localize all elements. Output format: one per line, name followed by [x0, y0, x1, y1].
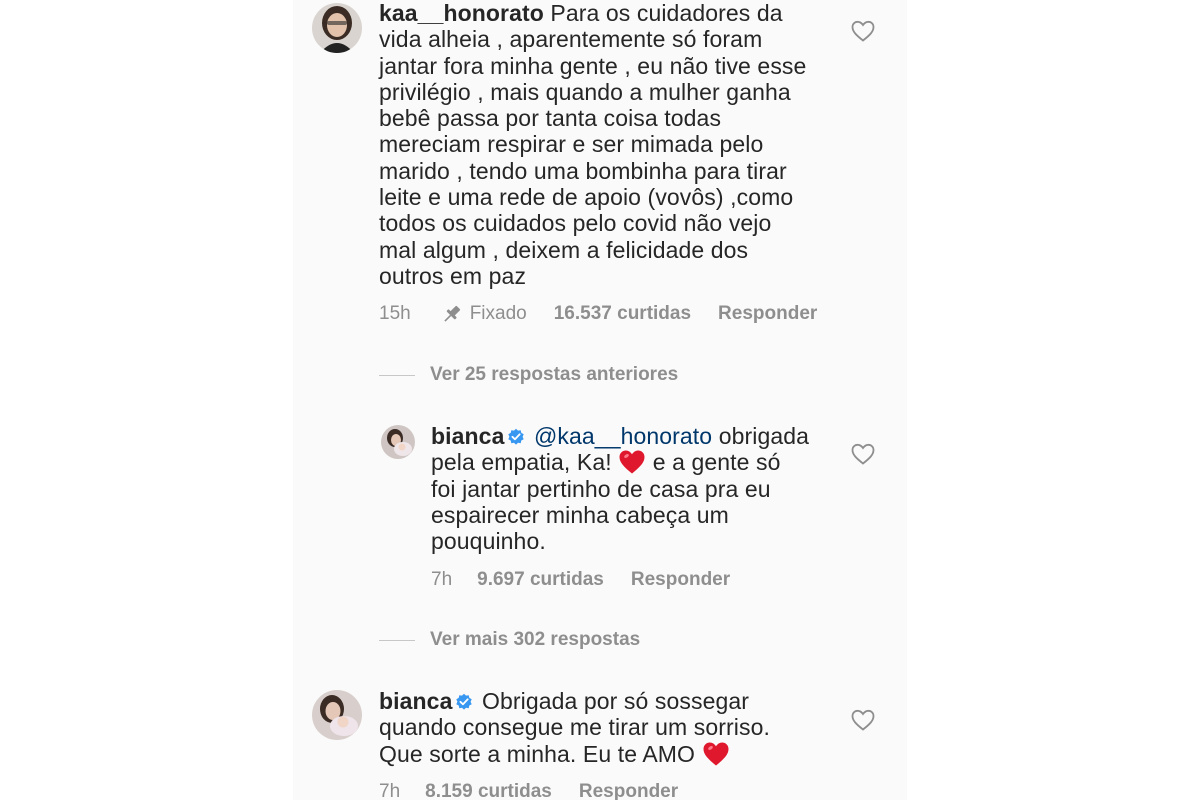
comment-meta: 7h 8.159 curtidas Responder	[379, 781, 678, 800]
red-heart-emoji-icon	[703, 742, 729, 766]
comment-body: bianca Obrigada por só sossegar quando c…	[379, 688, 839, 767]
divider-line	[379, 374, 415, 376]
view-replies-label: Ver mais 302 respostas	[430, 629, 641, 650]
comment-text-line: bebê passa por tanta coisa todas	[379, 105, 722, 132]
divider-line	[379, 639, 415, 641]
reply-time: 7h	[431, 569, 453, 590]
comment-text-line: marido , tendo uma bombinha para tirar	[379, 157, 787, 184]
comment-time: 7h	[379, 781, 401, 800]
likes-count[interactable]: 8.159 curtidas	[425, 781, 552, 800]
red-heart-emoji-icon	[619, 450, 645, 474]
heart-outline-icon[interactable]	[851, 443, 875, 465]
verified-badge-icon	[508, 428, 525, 445]
reply-text: pela empatia, Ka!	[431, 449, 612, 476]
comment-text-line: leite e uma rede de apoio (vovôs) ,como	[379, 184, 794, 211]
reply-username[interactable]: bianca	[431, 423, 504, 449]
pin-icon	[444, 305, 460, 322]
reply-text: foi jantar pertinho de casa pra eu	[431, 475, 771, 502]
reply-body: bianca @kaa__honorato obrigada pela empa…	[431, 423, 831, 554]
comment-text-line: outros em paz	[379, 262, 527, 289]
comment-text-line: Obrigada por só sossegar	[481, 688, 750, 714]
heart-outline-icon[interactable]	[851, 709, 875, 731]
reply-text: pouquinho.	[431, 528, 546, 555]
comment-text-line: mal algum , deixem a felicidade dos	[379, 236, 749, 263]
reply-button[interactable]: Responder	[579, 781, 678, 800]
view-replies-label: Ver 25 respostas anteriores	[430, 364, 679, 385]
reply-meta: 7h 9.697 curtidas Responder	[431, 569, 730, 591]
heart-outline-icon[interactable]	[851, 20, 875, 42]
reply-text: obrigada	[718, 423, 810, 449]
mention-link[interactable]: @kaa__honorato	[534, 423, 712, 449]
likes-count[interactable]: 9.697 curtidas	[477, 569, 604, 591]
comment-username[interactable]: kaa__honorato	[379, 0, 544, 26]
reply-button[interactable]: Responder	[631, 569, 730, 591]
pinned-label: Fixado	[469, 303, 527, 324]
comment-text-line: Para os cuidadores da	[550, 0, 783, 26]
comment-time: 15h	[379, 303, 411, 324]
comment-text-line: jantar fora minha gente , eu não tive es…	[379, 52, 807, 79]
reply-button[interactable]: Responder	[718, 303, 817, 325]
comment-body: kaa__honorato Para os cuidadores da vida…	[379, 0, 849, 289]
comment-text-line: Que sorte a minha. Eu te AMO	[379, 740, 696, 767]
comment-text-line: mereciam respirar e ser mimada pelo	[379, 131, 764, 158]
comment-text-line: vida alheia , aparentemente só foram	[379, 26, 763, 53]
avatar[interactable]	[381, 425, 415, 459]
comment-meta: 15h Fixado 16.537 curtidas Responder	[379, 303, 817, 325]
reply-text: e a gente só	[652, 449, 781, 476]
reply-text: espairecer minha cabeça um	[431, 501, 729, 528]
view-previous-replies-button[interactable]: Ver 25 respostas anteriores	[379, 364, 678, 386]
comment-text-line: quando consegue me tirar um sorriso.	[379, 714, 770, 741]
avatar[interactable]	[312, 3, 362, 53]
comment-username[interactable]: bianca	[379, 688, 452, 714]
comment-text-line: todos os cuidados pelo covid não vejo	[379, 210, 772, 237]
screenshot: kaa__honorato Para os cuidadores da vida…	[0, 0, 1200, 800]
avatar[interactable]	[312, 690, 362, 740]
verified-badge-icon	[456, 693, 473, 710]
likes-count[interactable]: 16.537 curtidas	[554, 303, 691, 325]
comment-text-line: privilégio , mais quando a mulher ganha	[379, 78, 791, 105]
view-more-replies-button[interactable]: Ver mais 302 respostas	[379, 629, 640, 651]
